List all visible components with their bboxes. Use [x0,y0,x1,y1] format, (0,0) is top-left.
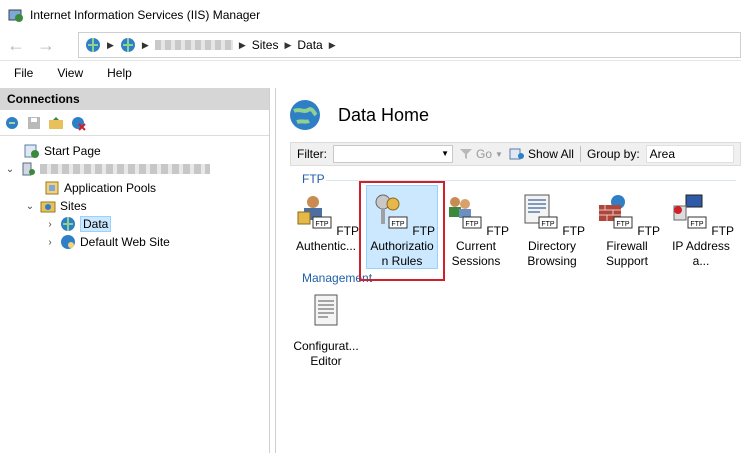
svg-text:FTP: FTP [541,221,555,228]
forward-arrow-icon: → [37,34,55,55]
connections-pane: Connections Start Page ⌄ Application Poo… [0,88,270,453]
svg-text:FTP: FTP [315,221,329,228]
server-icon [22,162,35,176]
feature-ftp-directory-browsing[interactable]: FTP FTP Directory Browsing [514,192,590,269]
menu-bar: File View Help [0,61,741,85]
chevron-down-icon[interactable]: ▼ [441,149,449,158]
tree-label: Data [80,216,112,232]
breadcrumb-separator[interactable]: ▶ [107,40,114,51]
server-name-redacted [40,164,210,174]
feature-ftp-current-sessions[interactable]: FTP FTP Current Sessions [440,192,512,269]
up-folder-icon[interactable] [47,114,65,132]
application-pools-icon [45,181,59,195]
breadcrumb-sites[interactable]: Sites [252,38,279,52]
filter-toolbar: Filter: ▼ Go ▼ Show All Group by: Area [290,142,741,166]
tree-item-start-page[interactable]: Start Page [8,142,101,160]
page-title: Data Home [338,104,430,125]
collapse-chevron-icon[interactable]: ⌄ [24,201,36,212]
globe-icon [86,38,100,52]
tree-item-data[interactable]: › Data [44,215,112,233]
menu-help[interactable]: Help [107,66,132,80]
address-bar: ← → ▶ ▶ ▶ Sites ▶ Data ▶ [0,29,741,61]
show-all-label: Show All [527,147,574,161]
svg-text:FTP: FTP [690,221,704,228]
chevron-down-icon: ▼ [495,149,503,159]
breadcrumb-separator[interactable]: ▶ [239,40,246,51]
tree-item-sites[interactable]: ⌄ Sites [24,197,87,215]
menu-file[interactable]: File [14,66,33,80]
ftp-ip-restrictions-icon: FTP [673,194,707,229]
group-by-select[interactable]: Area [645,145,734,163]
collapse-chevron-icon[interactable]: ⌄ [4,164,16,175]
start-page-icon [24,144,39,158]
tree-item-server[interactable]: ⌄ [4,160,210,178]
tree-item-application-pools[interactable]: Application Pools [28,179,156,197]
sites-folder-icon [40,201,56,213]
save-icon[interactable] [25,114,43,132]
globe-icon [61,217,75,231]
feature-label: Configurat... Editor [293,339,359,368]
connections-toolbar [0,110,269,136]
tree-item-default-web-site[interactable]: › Default Web Site [44,233,170,251]
filter-label: Filter: [297,147,327,161]
breadcrumb[interactable]: ▶ ▶ ▶ Sites ▶ Data ▶ [78,32,741,58]
filter-input[interactable]: ▼ [333,145,453,163]
section-ftp-header[interactable]: FTP [302,172,325,186]
feature-ftp-ip-address-and-domain-restrictions[interactable]: FTP FTP IP Address a... [666,192,736,269]
breadcrumb-separator[interactable]: ▶ [142,40,149,51]
tree-label: Sites [60,199,87,213]
breadcrumb-separator[interactable]: ▶ [284,40,291,51]
window-title: Internet Information Services (IIS) Mana… [30,7,261,22]
ftp-firewall-support-icon: FTP [598,195,633,229]
globe-icon [120,38,135,52]
show-all-button[interactable]: Show All [509,147,574,161]
feature-view: Data Home Filter: ▼ Go ▼ Show All Group … [276,88,741,453]
globe-icon [290,100,320,130]
feature-ftp-firewall-support[interactable]: FTP FTP Firewall Support [592,192,662,269]
breadcrumb-server-redacted[interactable] [154,40,233,50]
disconnect-icon[interactable] [69,114,87,132]
expand-chevron-icon[interactable]: › [44,237,56,248]
ftp-current-sessions-icon: FTP [448,197,482,229]
feature-ftp-authentication[interactable]: FTP FTP Authentic... [290,192,362,254]
ftp-directory-browsing-icon: FTP [524,194,558,229]
tree-label: Application Pools [64,181,157,195]
connect-icon[interactable] [3,114,21,132]
ftp-authentication-icon: FTP [297,196,332,229]
menu-view[interactable]: View [57,66,83,80]
go-button[interactable]: Go ▼ [459,147,503,161]
back-arrow-icon: ← [7,34,25,55]
breadcrumb-data[interactable]: Data [297,38,322,52]
title-bar: Internet Information Services (IIS) Mana… [0,0,741,29]
highlight-box [359,181,445,281]
show-all-icon [509,148,524,160]
tree-label: Default Web Site [80,235,170,249]
feature-configuration-editor[interactable]: Configurat... Editor [290,292,362,369]
web-site-icon [61,235,75,249]
forward-button[interactable]: → [34,33,58,57]
connections-header: Connections [0,88,269,110]
configuration-editor-icon [314,294,338,326]
funnel-icon [460,149,472,159]
group-by-label: Group by: [586,147,640,161]
go-label: Go [476,147,493,161]
svg-text:FTP: FTP [465,221,479,228]
breadcrumb-separator[interactable]: ▶ [329,40,336,51]
expand-chevron-icon[interactable]: › [44,219,56,230]
back-button[interactable]: ← [4,33,28,57]
toolbar-separator [579,146,581,162]
svg-text:FTP: FTP [616,221,630,228]
page-header: Data Home [288,98,429,132]
tree-label: Start Page [44,144,101,158]
iis-app-icon [8,9,23,22]
